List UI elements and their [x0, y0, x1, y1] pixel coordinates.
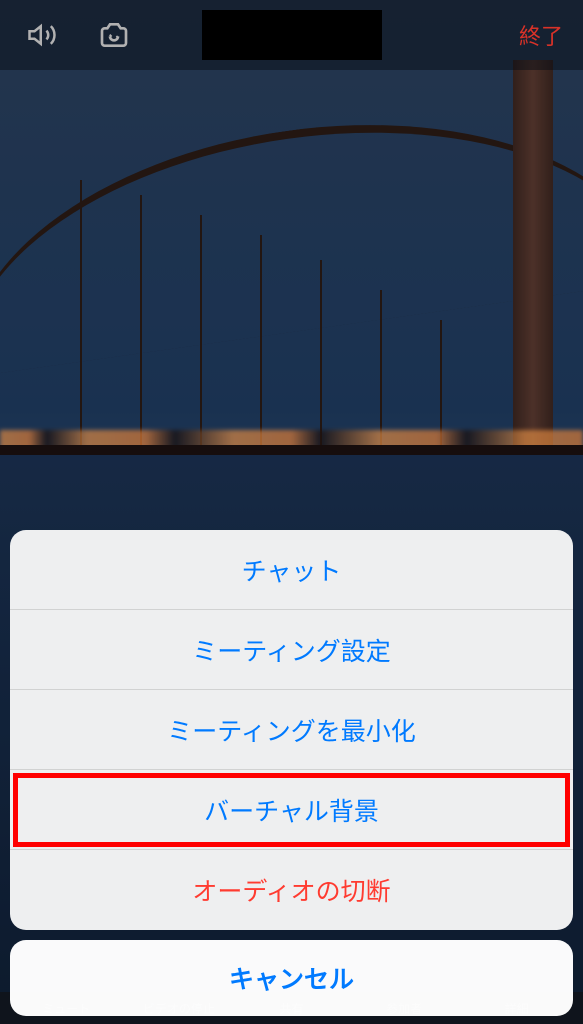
option-disconnect-audio[interactable]: オーディオの切断 — [10, 850, 573, 930]
option-minimize-meeting[interactable]: ミーティングを最小化 — [10, 690, 573, 770]
action-sheet-options: チャット ミーティング設定 ミーティングを最小化 バーチャル背景 オーディオの切… — [10, 530, 573, 930]
option-meeting-settings[interactable]: ミーティング設定 — [10, 610, 573, 690]
cancel-button[interactable]: キャンセル — [10, 940, 573, 1016]
action-sheet: チャット ミーティング設定 ミーティングを最小化 バーチャル背景 オーディオの切… — [10, 530, 573, 1024]
option-virtual-background[interactable]: バーチャル背景 — [10, 770, 573, 850]
option-chat[interactable]: チャット — [10, 530, 573, 610]
